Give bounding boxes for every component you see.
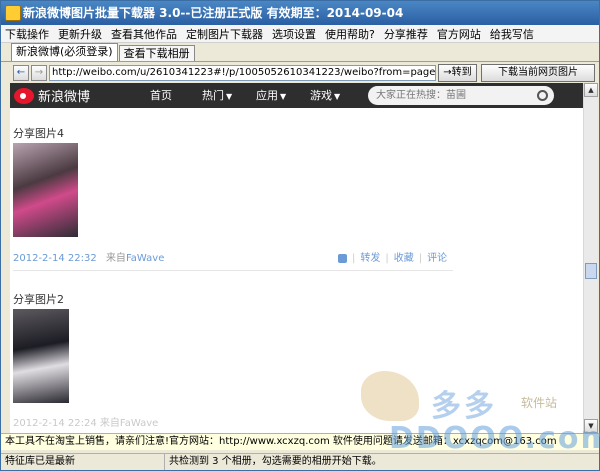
- search-icon[interactable]: [537, 90, 548, 101]
- post-actions: | 转发 | 收藏 | 评论: [338, 249, 447, 264]
- weibo-nav-app[interactable]: 应用 ▼: [256, 83, 286, 108]
- window-title: 新浪微博图片批量下载器 3.0--已注册正式版 有效期至：2014-09-04: [23, 6, 404, 20]
- status-message: 共检测到 3 个相册，勾选需要的相册开始下载。: [164, 454, 382, 470]
- post-from-label: 来自: [105, 253, 126, 264]
- menu-options[interactable]: 选项设置: [272, 26, 316, 42]
- forward-button[interactable]: →: [31, 65, 47, 81]
- download-page-images-button[interactable]: 下载当前网页图片: [481, 64, 595, 82]
- weibo-nav-app-label: 应用: [256, 89, 278, 102]
- goto-button[interactable]: →转到: [438, 64, 477, 82]
- tab-weibo[interactable]: 新浪微博(必须登录): [11, 43, 118, 61]
- divider: |: [418, 253, 423, 264]
- weibo-nav-hot[interactable]: 热门 ▼: [202, 83, 232, 108]
- scroll-thumb[interactable]: [585, 263, 597, 279]
- weibo-search-input[interactable]: 大家正在热搜：苗圃: [368, 86, 554, 105]
- post-image-thumbnail[interactable]: [13, 143, 78, 237]
- url-input[interactable]: http://weibo.com/u/2610341223#!/p/100505…: [49, 65, 436, 81]
- weibo-nav-hot-label: 热门: [202, 89, 224, 102]
- app-icon: [5, 5, 21, 21]
- post-title: 分享图片4: [13, 127, 64, 140]
- post-image-thumbnail[interactable]: [13, 309, 69, 403]
- scroll-up-arrow-icon[interactable]: ▲: [584, 83, 598, 97]
- title-bar: 新浪微博图片批量下载器 3.0--已注册正式版 有效期至：2014-09-04: [1, 1, 599, 25]
- weibo-nav-home[interactable]: 首页: [150, 83, 172, 108]
- browser-viewport: 新浪微博 首页 热门 ▼ 应用 ▼ 游戏 ▼ 大家正在热搜：苗圃 分享图片4 2012…: [10, 83, 583, 433]
- post-divider: [13, 270, 453, 271]
- vertical-scrollbar[interactable]: ▲ ▼: [583, 83, 598, 433]
- weibo-feed: 分享图片4 2012-2-14 22:32 来自FaWave | 转发 | 收藏 | 评论…: [10, 108, 570, 433]
- post-time-link[interactable]: 2012-2-14 22:32: [13, 253, 97, 264]
- scroll-down-arrow-icon[interactable]: ▼: [584, 419, 598, 433]
- like-icon[interactable]: [338, 253, 347, 263]
- app-window: 新浪微博图片批量下载器 3.0--已注册正式版 有效期至：2014-09-04 …: [0, 0, 600, 471]
- menu-update[interactable]: 更新升级: [58, 26, 102, 42]
- chevron-down-icon: ▼: [226, 92, 233, 101]
- tab-albums[interactable]: 查看下载相册: [118, 45, 195, 61]
- weibo-search-placeholder: 大家正在热搜：苗圃: [376, 90, 466, 101]
- address-toolbar: ← → http://weibo.com/u/2610341223#!/p/10…: [1, 61, 599, 83]
- post-meta: 2012-2-14 22:32 来自FaWave: [13, 249, 164, 264]
- divider: |: [352, 253, 356, 264]
- menu-help[interactable]: 使用帮助?: [325, 26, 375, 42]
- menu-contact[interactable]: 给我写信: [490, 26, 534, 42]
- back-button[interactable]: ←: [13, 65, 29, 81]
- weibo-logo-text: 新浪微博: [38, 90, 91, 105]
- notice-bar: 本工具不在淘宝上销售，请亲们注意!官方网站：http://www.xcxzq.c…: [1, 433, 599, 450]
- weibo-nav-game[interactable]: 游戏 ▼: [310, 83, 340, 108]
- menu-website[interactable]: 官方网站: [437, 26, 481, 42]
- status-bar: 特征库已是最新 共检测到 3 个相册，勾选需要的相册开始下载。: [1, 453, 599, 470]
- comment-link[interactable]: 评论: [427, 253, 447, 264]
- divider: |: [385, 253, 389, 264]
- menu-download[interactable]: 下载操作: [5, 26, 49, 42]
- menu-other-works[interactable]: 查看其他作品: [111, 26, 177, 42]
- weibo-navbar: 新浪微博 首页 热门 ▼ 应用 ▼ 游戏 ▼ 大家正在热搜：苗圃: [10, 83, 583, 108]
- chevron-down-icon: ▼: [280, 92, 287, 101]
- menu-bar: 下载操作 更新升级 查看其他作品 定制图片下载器 选项设置 使用帮助? 分享推荐…: [1, 25, 599, 43]
- weibo-nav-game-label: 游戏: [310, 89, 332, 102]
- post-title: 分享图片2: [13, 293, 64, 306]
- menu-custom-downloader[interactable]: 定制图片下载器: [186, 26, 263, 42]
- repost-link[interactable]: 转发: [360, 253, 380, 264]
- post-source-link[interactable]: FaWave: [126, 253, 164, 264]
- menu-share[interactable]: 分享推荐: [384, 26, 428, 42]
- weibo-eye-icon: [14, 87, 34, 104]
- status-signature: 特征库已是最新: [5, 456, 75, 467]
- post-meta: 2012-2-14 22:24 来自FaWave: [13, 418, 159, 429]
- tab-bar: 新浪微博(必须登录) 查看下载相册: [1, 43, 599, 61]
- chevron-down-icon: ▼: [334, 92, 341, 101]
- favorite-link[interactable]: 收藏: [394, 253, 414, 264]
- weibo-logo[interactable]: 新浪微博: [14, 86, 90, 105]
